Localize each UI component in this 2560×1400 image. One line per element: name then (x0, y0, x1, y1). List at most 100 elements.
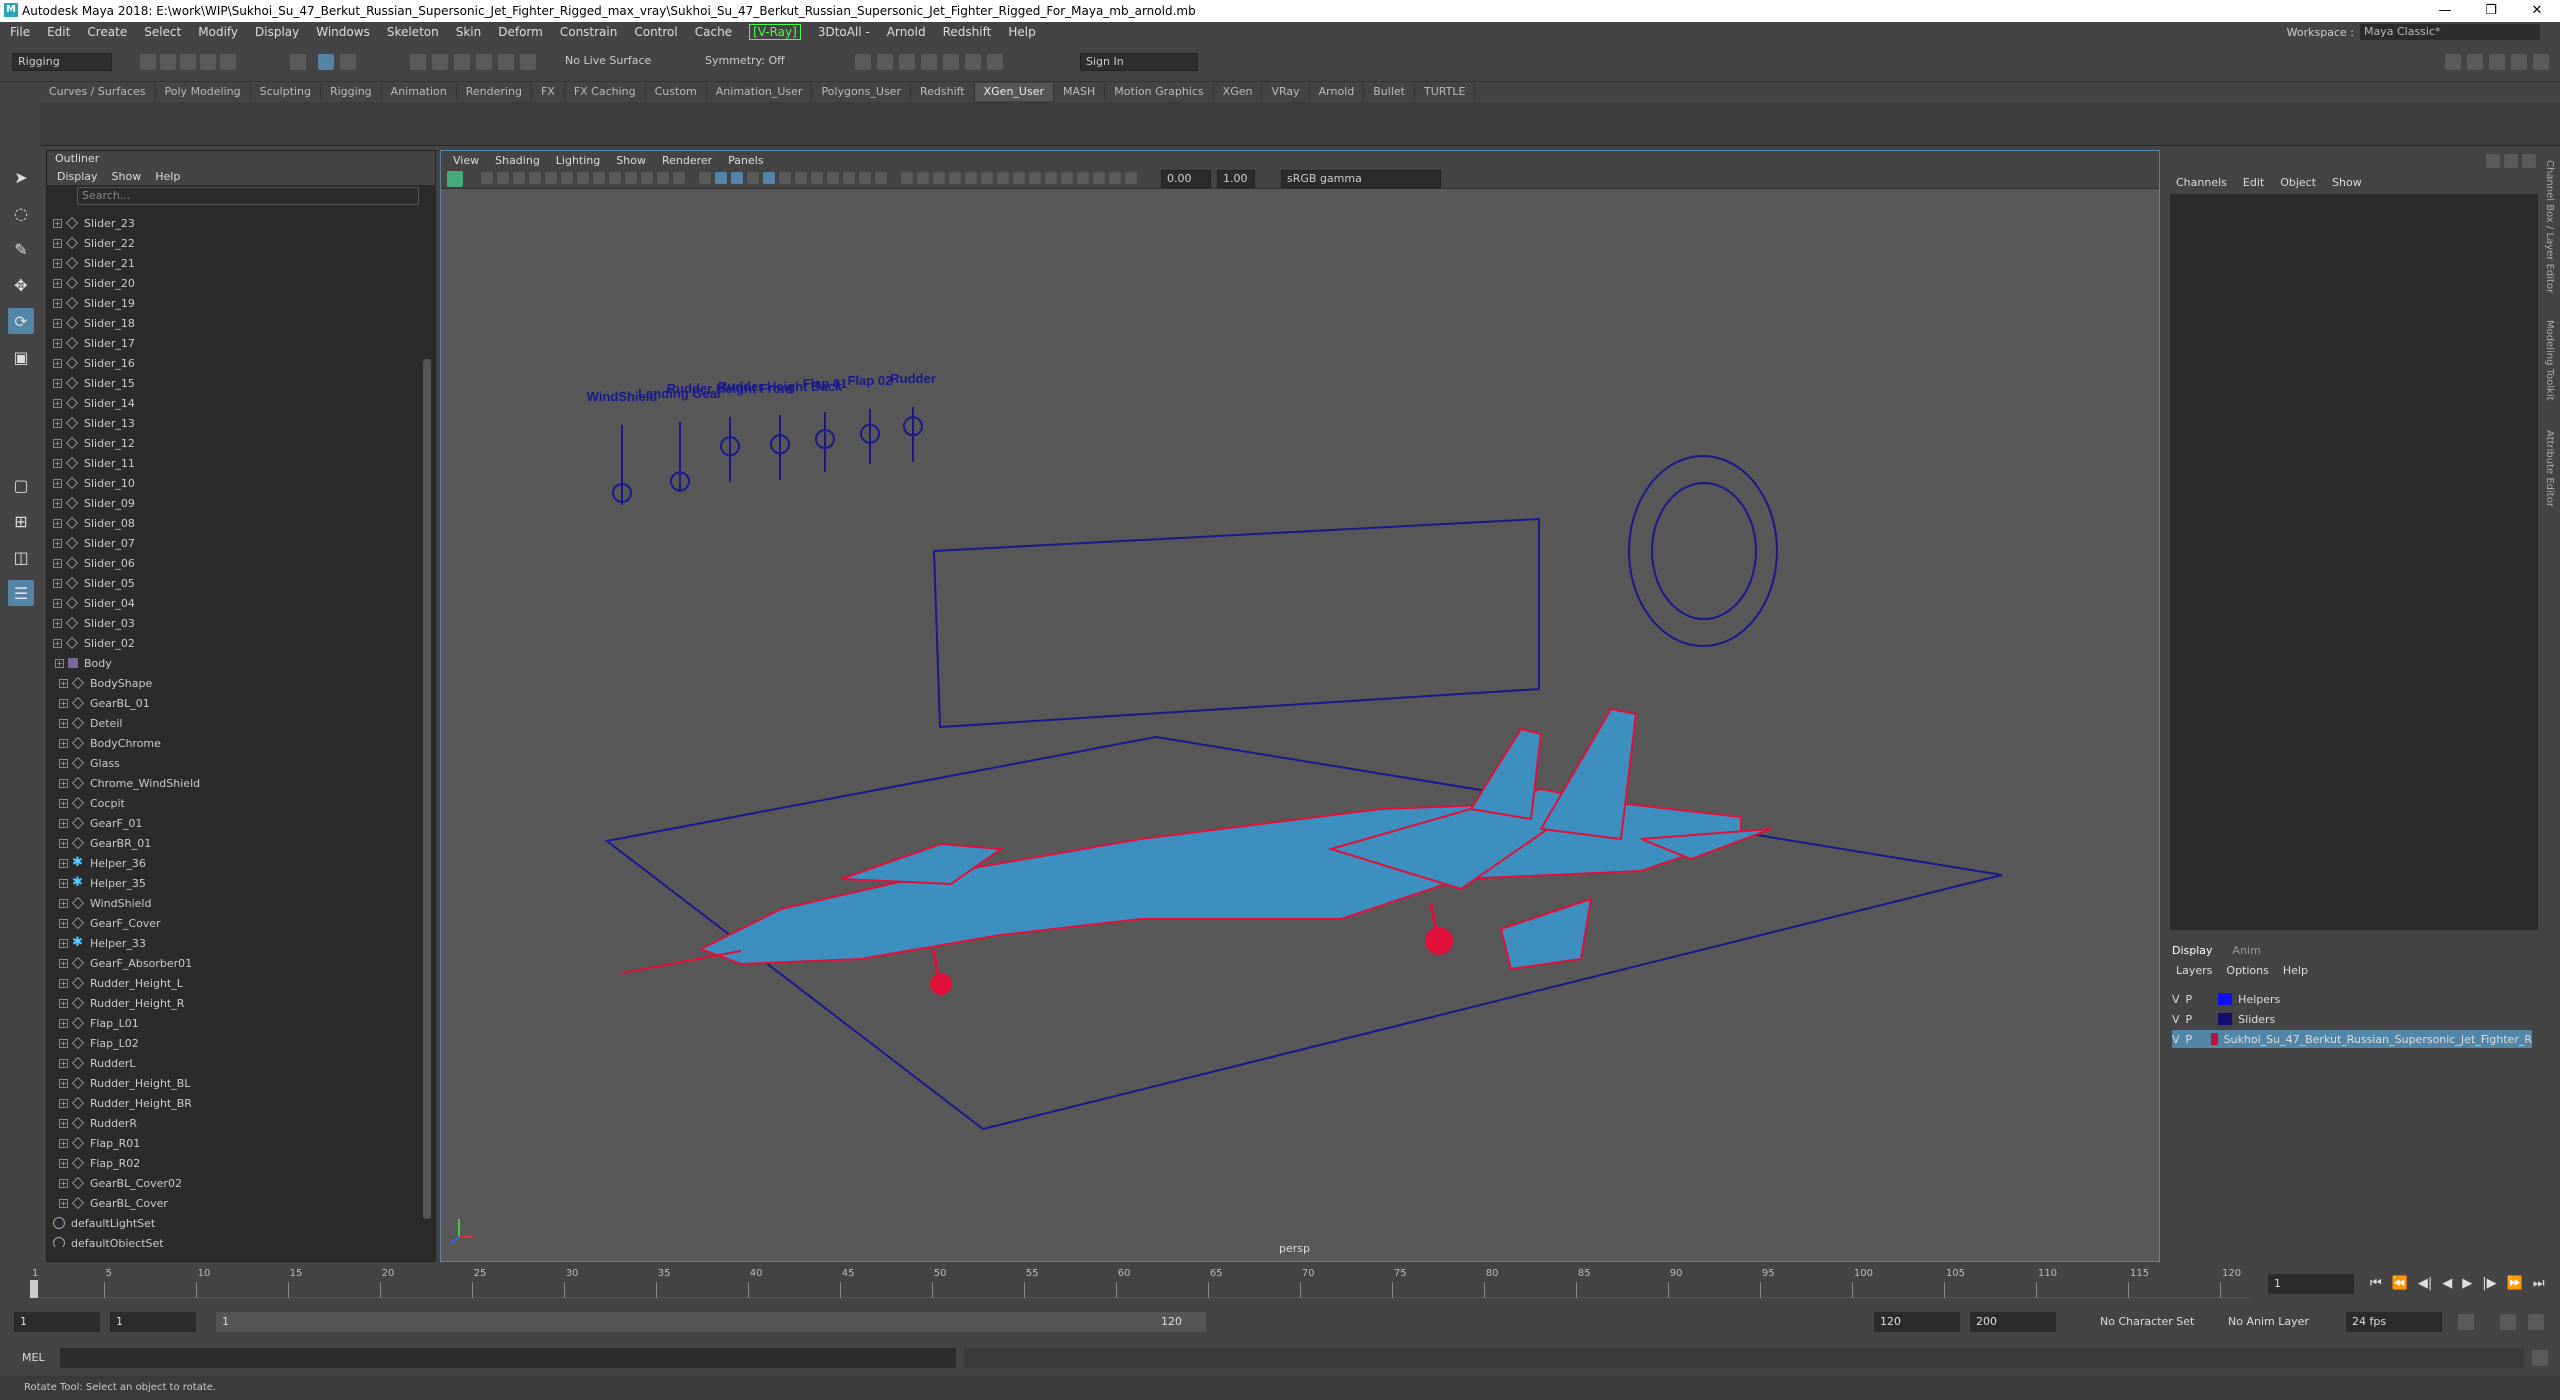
outliner-item[interactable]: + RudderR (47, 1113, 419, 1133)
expand-icon[interactable]: + (53, 618, 62, 628)
outliner-item[interactable]: + GearBR_01 (47, 833, 419, 853)
expand-icon[interactable]: + (53, 598, 62, 608)
viewport-scene[interactable]: WindShield Landing Gear Rudder Height Fron… (441, 189, 2159, 1261)
outliner-item[interactable]: + GearF_Cover (47, 913, 419, 933)
outliner-item[interactable]: defaultObjectSet (47, 1233, 419, 1247)
expand-icon[interactable]: + (59, 918, 68, 928)
shelf-tab[interactable]: Custom (646, 83, 707, 101)
shelf-tab[interactable]: Motion Graphics (1105, 83, 1214, 101)
viewport-tool-icon[interactable] (901, 172, 913, 184)
snap-surface-icon[interactable] (498, 54, 514, 70)
viewport-tool-icon[interactable] (1045, 172, 1057, 184)
outliner-item[interactable]: + GearBL_01 (47, 693, 419, 713)
display-tab[interactable]: Display (2172, 944, 2213, 957)
outliner-item[interactable]: + Flap_L02 (47, 1033, 419, 1053)
snap-point-icon[interactable] (454, 54, 470, 70)
expand-icon[interactable]: + (53, 438, 62, 448)
paint-select-icon[interactable]: ✎ (8, 236, 34, 262)
viewport-tool-icon[interactable] (1125, 172, 1137, 184)
menu-item[interactable]: Control (634, 25, 677, 39)
viewport-tool-icon[interactable] (609, 172, 621, 184)
outliner-item[interactable]: + Slider_22 (47, 233, 419, 253)
save-scene-icon[interactable] (180, 54, 196, 70)
help-menu[interactable]: Help (2283, 964, 2308, 977)
expand-icon[interactable]: + (59, 1118, 68, 1128)
outliner-item[interactable]: + Slider_08 (47, 513, 419, 533)
outliner-item[interactable]: + Rudder_Height_BL (47, 1073, 419, 1093)
expand-icon[interactable]: + (59, 1198, 68, 1208)
sign-in-button[interactable]: Sign In (1080, 53, 1198, 71)
menu-item[interactable]: Deform (498, 25, 543, 39)
expand-icon[interactable]: + (59, 758, 68, 768)
show-menu[interactable]: Show (2332, 176, 2362, 189)
play-back-icon[interactable]: ◀ (2442, 1276, 2452, 1291)
shelf-tab[interactable]: XGen (1214, 83, 1263, 101)
layers-menu[interactable]: Layers (2176, 964, 2212, 977)
attribute-editor-toggle-icon[interactable] (2467, 54, 2483, 70)
layer-playback-toggle[interactable]: P (2186, 1033, 2193, 1046)
viewport-tool-icon[interactable] (513, 172, 525, 184)
menu-item[interactable]: Constrain (560, 25, 618, 39)
outliner-item[interactable]: + Slider_09 (47, 493, 419, 513)
new-scene-icon[interactable] (140, 54, 156, 70)
expand-icon[interactable]: + (59, 738, 68, 748)
menu-set-dropdown[interactable]: Rigging (12, 53, 112, 71)
expand-icon[interactable]: + (59, 698, 68, 708)
vray-render-icon[interactable] (965, 54, 981, 70)
symmetry-dropdown[interactable]: Symmetry: Off (700, 53, 810, 71)
viewport-tool-icon[interactable] (763, 172, 775, 184)
viewport-menu-item[interactable]: Shading (495, 154, 540, 167)
shelf-tab[interactable]: Arnold (1310, 83, 1365, 101)
character-set-dropdown[interactable]: No Character Set (2094, 1312, 2214, 1332)
exposure-field[interactable]: 0.00 (1161, 170, 1211, 188)
menu-item[interactable]: Cache (695, 25, 732, 39)
menu-item[interactable]: Modify (198, 25, 238, 39)
menu-item[interactable]: Edit (47, 25, 70, 39)
outliner-item[interactable]: + ✱ Helper_35 (47, 873, 419, 893)
fps-dropdown[interactable]: 24 fps (2346, 1312, 2442, 1332)
single-perspective-layout-icon[interactable]: ▢ (8, 472, 34, 498)
expand-icon[interactable]: + (53, 418, 62, 428)
outliner-item[interactable]: + Slider_04 (47, 593, 419, 613)
expand-icon[interactable]: + (53, 578, 62, 588)
loop-icon[interactable] (2458, 1314, 2474, 1330)
outliner-item[interactable]: + GearF_01 (47, 813, 419, 833)
outliner-item[interactable]: + Slider_20 (47, 273, 419, 293)
playback-start-field[interactable]: 1 (110, 1312, 196, 1332)
snap-curve-icon[interactable] (432, 54, 448, 70)
minimize-button[interactable]: — (2422, 0, 2468, 22)
layer-row[interactable]: V P Sukhoi_Su_47_Berkut_Russian_Supersonic… (2172, 1030, 2532, 1048)
menu-item[interactable]: Arnold (887, 25, 926, 39)
channels-menu[interactable]: Channels (2176, 176, 2227, 189)
outliner-item[interactable]: + WindShield (47, 893, 419, 913)
expand-icon[interactable]: + (53, 278, 62, 288)
viewport-tool-icon[interactable] (949, 172, 961, 184)
outliner-item[interactable]: + Slider_16 (47, 353, 419, 373)
color-space-dropdown[interactable]: sRGB gamma (1281, 170, 1441, 188)
viewport-tool-icon[interactable] (933, 172, 945, 184)
outliner-item[interactable]: + Rudder_Height_R (47, 993, 419, 1013)
outliner-item[interactable]: + Rudder_Height_BR (47, 1093, 419, 1113)
shelf-tab[interactable]: Curves / Surfaces (40, 83, 156, 101)
viewport-tool-icon[interactable] (641, 172, 653, 184)
script-editor-icon[interactable] (2532, 1350, 2548, 1366)
shelf-tab[interactable]: Sculpting (251, 83, 321, 101)
expand-icon[interactable]: + (59, 798, 68, 808)
expand-icon[interactable]: + (53, 218, 62, 228)
viewport-tool-icon[interactable] (811, 172, 823, 184)
range-slider[interactable]: 1 120 (216, 1312, 1206, 1332)
outliner-item[interactable]: + GearBL_Cover02 (47, 1173, 419, 1193)
outliner-item[interactable]: + ✱ Helper_33 (47, 933, 419, 953)
shelf-tab[interactable]: TURTLE (1415, 83, 1476, 101)
outliner-item[interactable]: + Cocpit (47, 793, 419, 813)
options-menu[interactable]: Options (2226, 964, 2268, 977)
expand-icon[interactable]: + (53, 238, 62, 248)
layer-row[interactable]: V P Helpers (2172, 990, 2532, 1008)
shelf-tab[interactable]: FX Caching (565, 83, 646, 101)
attribute-editor-tab[interactable]: Attribute Editor (2544, 430, 2555, 507)
viewport-tool-icon[interactable] (561, 172, 573, 184)
layer-visibility-toggle[interactable]: V (2172, 1013, 2180, 1026)
outliner-item[interactable]: + Deteil (47, 713, 419, 733)
expand-icon[interactable]: + (53, 338, 62, 348)
start-time-field[interactable]: 1 (14, 1312, 100, 1332)
